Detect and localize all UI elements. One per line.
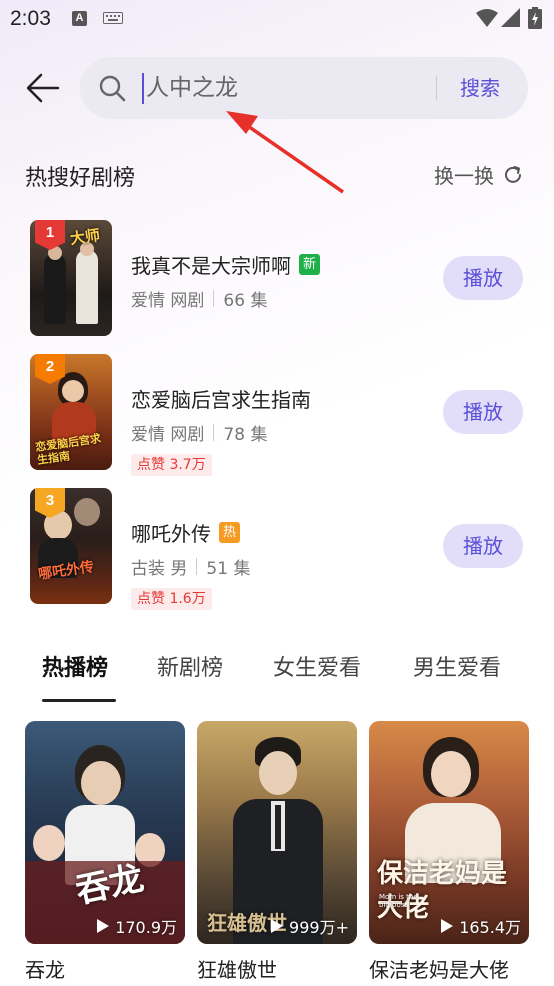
notification-a-icon: A <box>72 11 87 26</box>
play-count-value: 999万+ <box>289 918 349 937</box>
text-caret <box>142 73 144 104</box>
card-cover[interactable]: 狂雄傲世 999万+ <box>197 721 357 944</box>
drama-meta: 爱情 网剧 66 集 <box>131 286 267 311</box>
play-button[interactable]: 播放 <box>443 524 523 568</box>
ranking-tabs: 热播榜 新剧榜 女生爱看 男生爱看 <box>0 650 554 710</box>
tab-new-drama[interactable]: 新剧榜 <box>157 650 223 682</box>
drama-poster[interactable]: 恋爱脑后宫求生指南 2 <box>30 354 112 470</box>
card-title: 保洁老妈是大佬 <box>369 958 509 982</box>
hot-search-title: 热搜好剧榜 <box>25 166 136 191</box>
drama-genre: 爱情 网剧 <box>131 425 205 445</box>
play-count: 170.9万 <box>97 914 177 938</box>
meta-divider <box>213 290 215 307</box>
signal-icon <box>501 8 520 27</box>
drama-title-row[interactable]: 我真不是大宗师啊 新 <box>131 250 320 279</box>
refresh-button[interactable]: 换一换 <box>434 160 524 189</box>
play-triangle-icon <box>441 919 454 933</box>
drama-title: 我真不是大宗师啊 <box>131 254 291 278</box>
search-bar: 搜索 <box>80 57 528 119</box>
meta-divider <box>196 558 198 575</box>
hot-badge: 热 <box>219 522 240 543</box>
drama-meta: 古装 男 51 集 <box>131 554 250 579</box>
rank-item[interactable]: 哪吒外传 3 哪吒外传 热 古装 男 51 集 点赞 1.6万 播放 <box>30 488 524 610</box>
keyboard-icon <box>103 12 123 24</box>
card-cover[interactable]: 保洁老妈是大佬 Mom is the big boss 165.4万 <box>369 721 529 944</box>
likes-badge: 点赞 1.6万 <box>131 588 212 610</box>
drama-meta: 爱情 网剧 78 集 <box>131 420 267 445</box>
search-divider <box>436 76 437 100</box>
meta-divider <box>213 424 215 441</box>
refresh-icon <box>505 165 521 183</box>
active-tab-indicator <box>42 699 116 702</box>
rank-item[interactable]: 大师 1 我真不是大宗师啊 新 爱情 网剧 66 集 播放 <box>30 220 524 338</box>
search-input[interactable] <box>146 69 426 107</box>
play-button[interactable]: 播放 <box>443 390 523 434</box>
battery-icon <box>528 7 542 29</box>
tab-male-favorites[interactable]: 男生爱看 <box>413 650 501 682</box>
play-count: 999万+ <box>271 914 349 938</box>
rank-badge: 1 <box>35 220 65 250</box>
play-count-value: 165.4万 <box>459 918 521 937</box>
poster-title-art: 恋爱脑后宫求生指南 <box>34 431 102 467</box>
play-count-value: 170.9万 <box>115 918 177 937</box>
poster-title-art: 大师 <box>68 225 102 248</box>
drama-episodes: 78 集 <box>223 425 268 445</box>
tab-hot-play[interactable]: 热播榜 <box>42 650 108 682</box>
drama-title: 哪吒外传 <box>131 522 211 546</box>
back-arrow-icon <box>26 73 60 103</box>
play-triangle-icon <box>271 919 284 933</box>
drama-title: 恋爱脑后宫求生指南 <box>131 388 311 412</box>
card-subtitle-art: Mom is the big boss <box>379 893 418 909</box>
search-icon <box>99 75 126 102</box>
drama-title-row[interactable]: 哪吒外传 热 <box>131 518 240 547</box>
drama-genre: 爱情 网剧 <box>131 291 205 311</box>
drama-card[interactable]: 吞龙 170.9万 吞龙 <box>25 721 185 986</box>
likes-badge: 点赞 3.7万 <box>131 454 212 476</box>
drama-episodes: 51 集 <box>206 559 251 579</box>
drama-genre: 古装 男 <box>131 559 188 579</box>
card-title: 吞龙 <box>25 958 65 982</box>
drama-card[interactable]: 保洁老妈是大佬 Mom is the big boss 165.4万 保洁老妈是… <box>369 721 529 986</box>
refresh-label: 换一换 <box>434 164 494 188</box>
status-time: 2:03 <box>10 7 51 30</box>
play-count: 165.4万 <box>441 914 521 938</box>
rank-item[interactable]: 恋爱脑后宫求生指南 2 恋爱脑后宫求生指南 爱情 网剧 78 集 点赞 3.7万… <box>30 354 524 476</box>
drama-poster[interactable]: 哪吒外传 3 <box>30 488 112 604</box>
drama-poster[interactable]: 大师 1 <box>30 220 112 336</box>
status-bar: 2:03 A <box>0 0 554 40</box>
drama-title-row[interactable]: 恋爱脑后宫求生指南 <box>131 384 311 413</box>
new-badge: 新 <box>299 254 320 275</box>
drama-card[interactable]: 狂雄傲世 999万+ 狂雄傲世 <box>197 721 357 986</box>
play-button[interactable]: 播放 <box>443 256 523 300</box>
search-button[interactable]: 搜索 <box>460 73 500 103</box>
card-title: 狂雄傲世 <box>197 958 277 982</box>
card-cover[interactable]: 吞龙 170.9万 <box>25 721 185 944</box>
tab-female-favorites[interactable]: 女生爱看 <box>273 650 361 682</box>
play-triangle-icon <box>97 919 110 933</box>
drama-episodes: 66 集 <box>223 291 268 311</box>
wifi-icon <box>476 9 498 27</box>
back-button[interactable] <box>24 70 62 106</box>
